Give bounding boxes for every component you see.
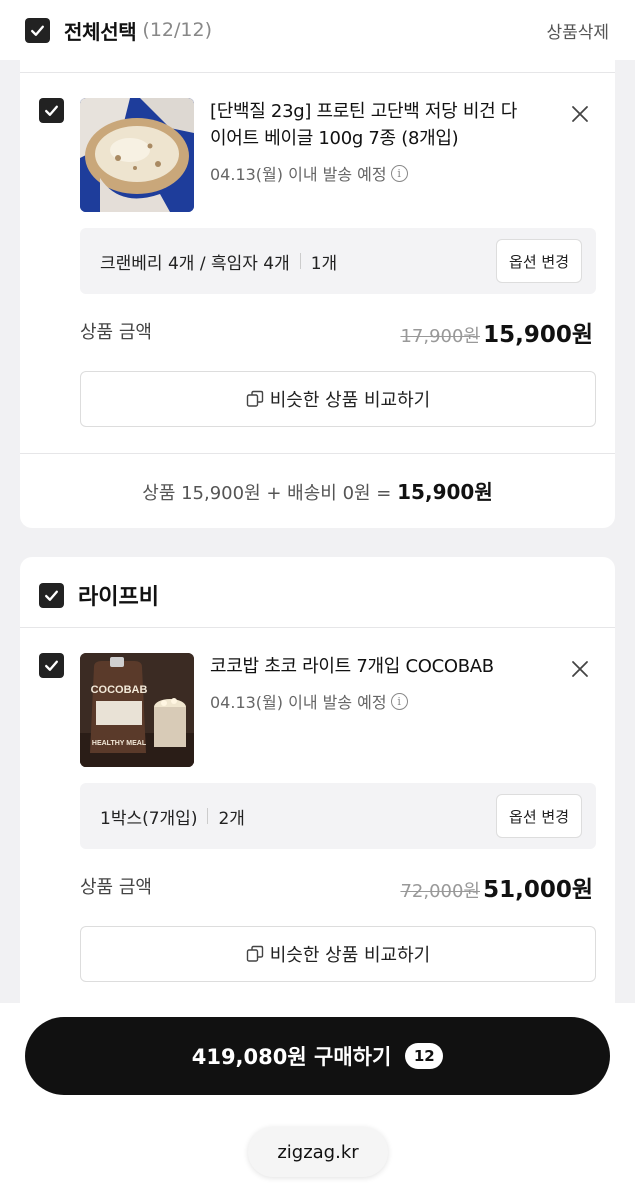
- product-thumbnail-bagel[interactable]: [80, 98, 194, 212]
- remove-item-button[interactable]: [569, 103, 591, 125]
- divider: [20, 72, 615, 73]
- product-thumbnail-cocobab[interactable]: COCOBAB HEALTHY MEAL: [80, 653, 194, 767]
- domain-pill[interactable]: zigzag.kr: [248, 1127, 388, 1177]
- option-summary: 1박스(7개입) 2개 옵션 변경: [80, 783, 596, 849]
- product-name-line: 코코밥 초코 라이트 7개입 COCOBAB: [210, 656, 494, 677]
- quantity-text: 2개: [218, 808, 245, 829]
- option-text: 1박스(7개입): [100, 808, 198, 829]
- summary-total: 15,900원: [397, 480, 493, 504]
- select-all-label[interactable]: 전체선택: [64, 16, 137, 45]
- info-icon[interactable]: i: [390, 692, 408, 710]
- check-icon: [45, 590, 58, 601]
- order-summary: 상품 15,900원 + 배송비 0원 = 15,900원: [20, 476, 615, 505]
- store-card-lifebee: 라이프비 COCOBAB HEALTHY MEAL 코코밥 초코 라이트 7개입…: [20, 557, 615, 1057]
- check-icon: [45, 105, 58, 116]
- final-price: 51,000원: [483, 877, 593, 903]
- separator: [299, 253, 301, 269]
- price-label: 상품 금액: [80, 877, 152, 898]
- option-text: 크랜베리 4개 / 흑임자 4개: [100, 253, 290, 274]
- summary-text: 상품 15,900원 + 배송비 0원 =: [142, 483, 392, 504]
- close-icon: [572, 106, 588, 122]
- compare-label: 비슷한 상품 비교하기: [269, 390, 431, 411]
- purchase-footer: 419,080원 구매하기 12 zigzag.kr: [0, 1003, 635, 1200]
- check-icon: [45, 660, 58, 671]
- purchase-button[interactable]: 419,080원 구매하기 12: [25, 1017, 610, 1095]
- shipping-estimate: 04.13(월) 이내 발송 예정 i: [210, 689, 408, 713]
- final-price: 15,900원: [483, 322, 593, 348]
- copy-icon: [246, 945, 263, 962]
- selected-count: (12/12): [142, 19, 212, 41]
- item-checkbox[interactable]: [39, 98, 64, 123]
- shipping-estimate: 04.13(월) 이내 발송 예정 i: [210, 161, 408, 185]
- cart-item-card-bagel: [단백질 23g] 프로틴 고단백 저당 비건 다 이어트 베이글 100g 7…: [20, 40, 615, 528]
- product-name[interactable]: [단백질 23g] 프로틴 고단백 저당 비건 다 이어트 베이글 100g 7…: [210, 98, 550, 152]
- item-count-badge: 12: [405, 1043, 444, 1069]
- select-all-checkbox[interactable]: [25, 17, 50, 43]
- option-change-button[interactable]: 옵션 변경: [496, 794, 582, 838]
- compare-label: 비슷한 상품 비교하기: [269, 945, 431, 966]
- store-name[interactable]: 라이프비: [78, 579, 159, 611]
- close-icon: [572, 661, 588, 677]
- check-icon: [31, 25, 44, 36]
- store-checkbox[interactable]: [39, 582, 64, 608]
- original-price: 17,900원: [400, 326, 480, 347]
- divider: [20, 453, 615, 454]
- bagel-image: [80, 98, 194, 212]
- cart-page: [단백질 23g] 프로틴 고단백 저당 비건 다 이어트 베이글 100g 7…: [0, 0, 635, 1200]
- cocobab-image: COCOBAB HEALTHY MEAL: [80, 653, 194, 767]
- thumb-brand-text: COCOBAB: [91, 684, 148, 696]
- product-name[interactable]: 코코밥 초코 라이트 7개입 COCOBAB: [210, 653, 550, 680]
- product-name-line: [단백질 23g] 프로틴 고단백 저당 비건 다: [210, 101, 518, 122]
- option-change-button[interactable]: 옵션 변경: [496, 239, 582, 283]
- compare-similar-button[interactable]: 비슷한 상품 비교하기: [80, 371, 596, 427]
- copy-icon: [246, 390, 263, 407]
- shipping-text: 04.13(월) 이내 발송 예정: [210, 693, 387, 712]
- item-checkbox[interactable]: [39, 653, 64, 678]
- quantity-text: 1개: [310, 253, 338, 274]
- purchase-label: 419,080원 구매하기: [191, 1045, 392, 1069]
- separator: [207, 808, 209, 824]
- delete-selected-button[interactable]: 상품삭제: [546, 18, 609, 43]
- price-label: 상품 금액: [80, 322, 152, 343]
- select-all-bar: 전체선택 (12/12) 상품삭제: [0, 0, 635, 60]
- option-summary: 크랜베리 4개 / 흑임자 4개 1개 옵션 변경: [80, 228, 596, 294]
- compare-similar-button[interactable]: 비슷한 상품 비교하기: [80, 926, 596, 982]
- thumb-subtext: HEALTHY MEAL: [92, 740, 147, 747]
- info-icon[interactable]: i: [390, 164, 408, 182]
- shipping-text: 04.13(월) 이내 발송 예정: [210, 165, 387, 184]
- divider: [20, 627, 615, 628]
- original-price: 72,000원: [400, 881, 480, 902]
- store-header: 라이프비: [39, 579, 159, 611]
- product-name-line: 이어트 베이글 100g 7종 (8개입): [210, 128, 459, 149]
- remove-item-button[interactable]: [569, 658, 591, 680]
